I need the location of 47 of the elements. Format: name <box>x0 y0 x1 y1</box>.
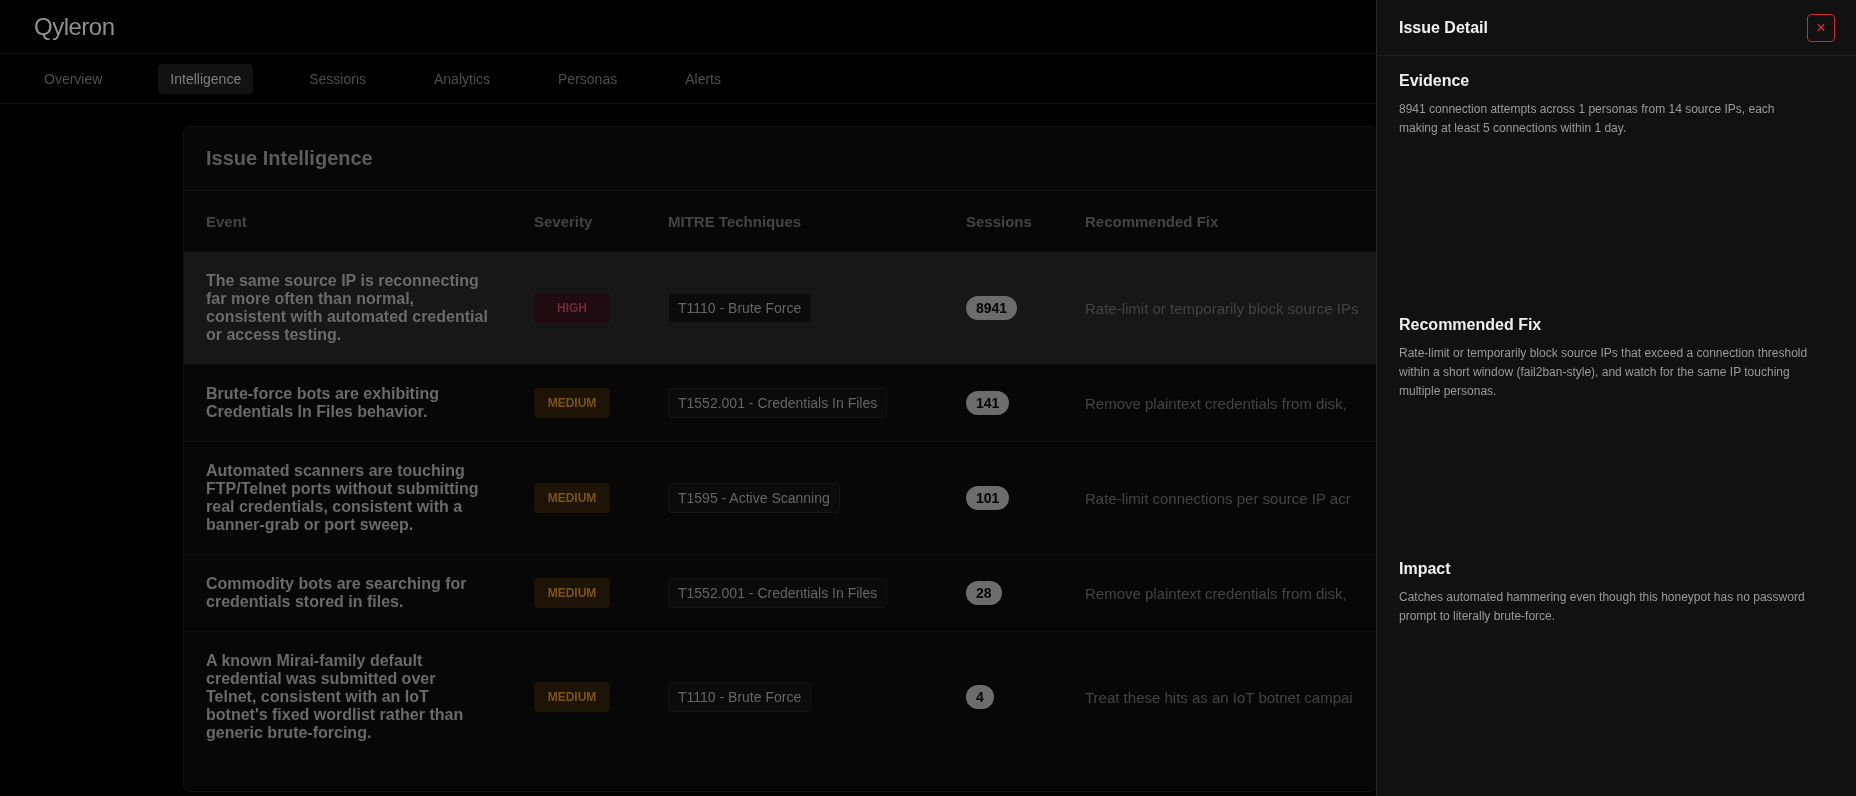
severity-badge: MEDIUM <box>534 578 610 608</box>
sessions-count: 4 <box>966 685 994 709</box>
sessions-count: 141 <box>966 391 1010 415</box>
section-text: Rate-limit or temporarily block source IPs that exceed a connection threshold within a short window (fail2ban-style), and watch for the same IP touching multiple personas. <box>1399 345 1809 400</box>
panel-title: Issue Detail <box>1399 18 1488 37</box>
event-text: A known Mirai-family default credential was submitted over Telnet, consistent with an IoT botnet's fixed wordlist rather than generic brute-forcing. <box>206 652 465 742</box>
column-header: Recommended Fix <box>1085 212 1220 230</box>
severity-badge: MEDIUM <box>534 483 610 513</box>
section-heading: Recommended Fix <box>1399 316 1543 334</box>
column-header: Severity <box>534 212 594 230</box>
app-logo: Qyleron <box>34 12 115 41</box>
column-header: Event <box>206 212 248 230</box>
section-heading: Evidence <box>1399 72 1471 90</box>
fix-text: Remove plaintext credentials from disk, <box>1085 394 1347 412</box>
column-header: MITRE Techniques <box>668 212 803 230</box>
section-heading: Impact <box>1399 560 1452 578</box>
table-row[interactable]: Commodity bots are searching for credentials stored in files. MEDIUM T1552.001 - Credentials In Files 28 Remove plaintext credentials from disk, <box>184 554 1376 631</box>
sessions-count: 28 <box>966 581 1002 605</box>
nav-tab[interactable]: Alerts <box>673 63 733 94</box>
technique-tag: T1110 - Brute Force <box>668 293 812 323</box>
close-button[interactable]: × <box>1807 13 1835 42</box>
technique-tag: T1552.001 - Credentials In Files <box>668 578 888 608</box>
severity-badge: MEDIUM <box>534 682 610 712</box>
severity-badge: MEDIUM <box>534 388 610 418</box>
table-row[interactable]: Brute-force bots are exhibiting Credentials In Files behavior. MEDIUM T1552.001 - Credentials In Files 141 Remove plaintext credentials from disk, <box>184 364 1376 441</box>
technique-tag: T1552.001 - Credentials In Files <box>668 388 888 418</box>
sessions-count: 101 <box>966 486 1010 510</box>
event-text: Commodity bots are searching for credentials stored in files. <box>206 575 468 611</box>
column-header: Sessions <box>966 212 1033 230</box>
nav-tab[interactable]: Personas <box>546 63 630 94</box>
section-text: Catches automated hammering even though this honeypot has no password prompt to literally brute-force. <box>1399 589 1806 625</box>
fix-text: Treat these hits as an IoT botnet campai <box>1085 688 1353 706</box>
technique-tag: T1110 - Brute Force <box>668 682 812 712</box>
nav-tab[interactable]: Analytics <box>422 63 503 94</box>
event-text: The same source IP is reconnecting far more often than normal, consistent with automated credential or access testing. <box>206 272 488 344</box>
sessions-count: 8941 <box>966 296 1018 320</box>
event-text: Automated scanners are touching FTP/Telnet ports without submitting real credentials, consistent with a banner-grab or port sweep. <box>206 462 480 534</box>
event-text: Brute-force bots are exhibiting Credentials In Files behavior. <box>206 385 440 421</box>
fix-text: Rate-limit connections per source IP acr <box>1085 489 1351 507</box>
nav-tab[interactable]: Overview <box>32 63 115 94</box>
severity-badge: HIGH <box>534 293 610 323</box>
section-text: 8941 connection attempts across 1 personas from 14 source IPs, each making at least 5 connections within 1 day. <box>1399 101 1776 137</box>
nav-tab[interactable]: Sessions <box>297 63 378 94</box>
nav-tab[interactable]: Intelligence <box>158 63 254 94</box>
card-title: Issue Intelligence <box>206 147 373 170</box>
technique-tag: T1595 - Active Scanning <box>668 483 840 513</box>
fix-text: Remove plaintext credentials from disk, <box>1085 584 1347 602</box>
